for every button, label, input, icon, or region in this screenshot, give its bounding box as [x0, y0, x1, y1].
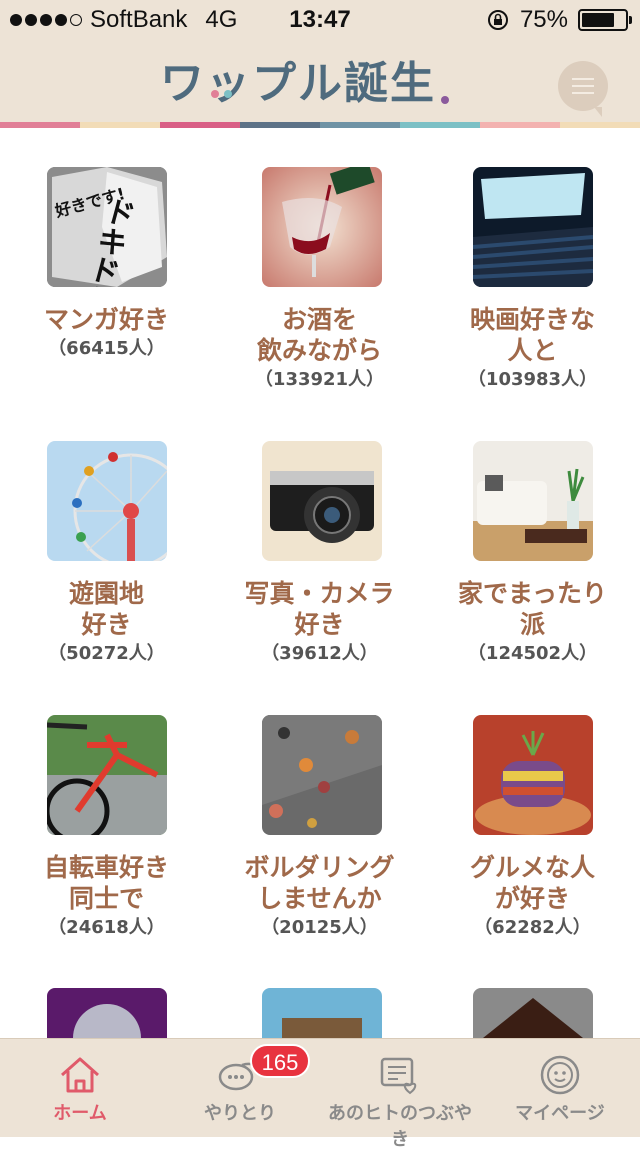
community-title: グルメな人 が好き （62282人）: [469, 853, 595, 938]
community-title: 写真・カメラ 好き （39612人）: [244, 579, 395, 664]
community-title: マンガ好き （66415人）: [43, 305, 169, 359]
camera-image: [262, 441, 382, 561]
community-item-amusement[interactable]: 遊園地 好き （50272人）: [0, 402, 213, 672]
wine-image: [262, 167, 382, 287]
cinema-image: [473, 167, 593, 287]
community-item-bicycle[interactable]: 自転車好き 同士で （24618人）: [0, 676, 213, 946]
community-item-bouldering[interactable]: ボルダリング しませんか （20125人）: [213, 676, 426, 946]
tab-label: ホーム: [53, 1103, 107, 1124]
rotation-lock-icon: [487, 10, 508, 30]
tab-mypage[interactable]: マイページ: [480, 1039, 640, 1137]
app-logo: ワップル誕生: [0, 54, 640, 120]
community-item-camera[interactable]: 写真・カメラ 好き （39612人）: [213, 402, 426, 672]
community-title: 家でまったり派 （124502人）: [457, 579, 607, 664]
beach-image: [262, 988, 382, 1038]
community-item-beach[interactable]: [213, 950, 426, 1038]
tab-label: やりとり: [204, 1103, 276, 1124]
community-item-karaoke[interactable]: [0, 950, 213, 1038]
logo-text: ワップル誕生: [160, 58, 436, 109]
community-title: ボルダリング しませんか （20125人）: [244, 853, 395, 938]
logo-graphic: ワップル誕生: [160, 58, 449, 109]
sofa-image: [473, 441, 593, 561]
app-header: ワップル誕生: [0, 40, 640, 122]
manga-image: 好きです! ドキドキ: [47, 167, 167, 287]
status-bar: SoftBank 4G 13:47 75%: [0, 0, 640, 40]
community-item-wine[interactable]: お酒を 飲みながら （133921人）: [213, 128, 426, 398]
tab-tweets[interactable]: あのヒトのつぶやき: [320, 1039, 480, 1150]
menu-button[interactable]: [558, 61, 608, 117]
microphone-image: [47, 988, 167, 1038]
smiley-face-icon: [540, 1055, 580, 1095]
community-title: 自転車好き 同士で （24618人）: [43, 853, 169, 938]
battery-icon: [578, 9, 632, 31]
community-item-gourmet[interactable]: グルメな人 が好き （62282人）: [426, 676, 639, 946]
bicycle-image: [47, 715, 167, 835]
chocolate-image: [473, 988, 593, 1038]
community-item-cinema[interactable]: 映画好きな 人と （103983人）: [426, 128, 639, 398]
tab-bar: ホーム やりとり あのヒトのつぶやき マイページ: [0, 1038, 640, 1150]
unread-badge: 165: [250, 1044, 310, 1078]
bouldering-image: [262, 715, 382, 835]
community-title: 映画好きな 人と （103983人）: [467, 305, 598, 390]
community-title: お酒を 飲みながら （133921人）: [254, 305, 385, 390]
community-item-chocolate[interactable]: [426, 950, 639, 1038]
battery-percent: 75%: [519, 6, 568, 33]
ferris-wheel-image: [47, 441, 167, 561]
home-icon: [61, 1057, 99, 1093]
community-title: 遊園地 好き （50272人）: [48, 579, 165, 664]
tab-label: あのヒトのつぶやき: [328, 1103, 472, 1150]
community-item-home[interactable]: 家でまったり派 （124502人）: [426, 402, 639, 672]
tab-home[interactable]: ホーム: [0, 1039, 160, 1137]
tab-label: マイページ: [515, 1103, 605, 1124]
community-grid: 好きです! ドキドキ マンガ好き （66415人） お酒を 飲みながら （1339…: [0, 128, 640, 1038]
tweet-heart-icon: [380, 1057, 417, 1095]
community-item-manga[interactable]: 好きです! ドキドキ マンガ好き （66415人）: [0, 128, 213, 398]
gourmet-image: [473, 715, 593, 835]
